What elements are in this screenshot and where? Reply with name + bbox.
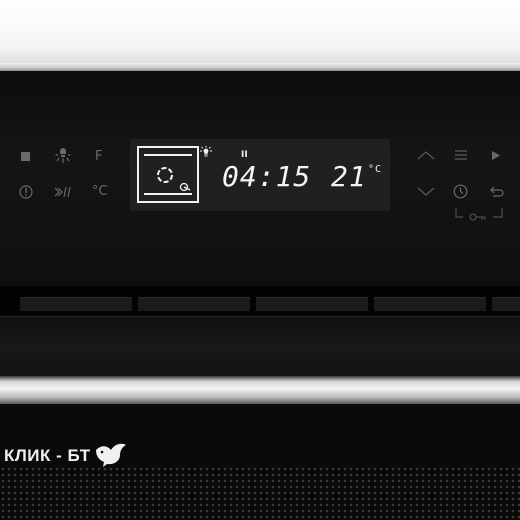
stop-button[interactable] [20,151,31,162]
bird-logo-icon [96,443,126,467]
light-button[interactable] [55,148,71,164]
play-icon [492,151,500,160]
light-icon [55,148,71,163]
up-button[interactable] [417,150,435,160]
clock-icon [453,184,468,199]
top-trim-edge [0,63,520,71]
oven-mode-icon [137,146,199,203]
up-arrow-icon [417,151,435,160]
door-handle[interactable] [0,376,520,404]
door-dot-pattern [0,466,520,520]
timer-button[interactable] [453,184,468,199]
grill-mode-icon [179,182,191,192]
watermark-text: КЛИК - БТ [4,446,91,465]
down-arrow-icon [417,187,435,196]
top-steel-trim [0,0,520,66]
menu-button[interactable] [454,149,468,161]
vent-slot [492,297,520,311]
pause-indicator-icon: II [241,150,248,160]
oven-control-panel-screen: F °C II 04:15 21 °C КЛИК - БТ [0,0,520,520]
time-readout: 04:15 [222,160,312,193]
vent-slot [374,297,486,311]
fast-preheat-button[interactable] [54,186,72,198]
door-top-glass [0,316,520,379]
info-icon [19,185,33,199]
temperature-button[interactable]: °C [92,185,108,198]
start-button[interactable] [491,150,501,161]
lightbulb-indicator-icon [200,146,212,157]
temperature-readout: 21 [331,160,367,193]
back-button[interactable] [490,185,504,199]
back-icon [490,186,504,197]
info-button[interactable] [19,185,33,199]
vent-slot [138,297,250,311]
temperature-unit: °C [368,164,383,175]
fast-preheat-icon [54,186,71,198]
vent-slot [20,297,132,311]
key-lock-icon[interactable] [455,207,503,223]
vent-slot [256,297,368,311]
fan-function-button[interactable]: F [95,150,102,163]
fan-ring-icon [157,167,173,183]
down-button[interactable] [417,187,435,197]
stop-icon [21,152,30,161]
menu-icon [455,150,467,160]
